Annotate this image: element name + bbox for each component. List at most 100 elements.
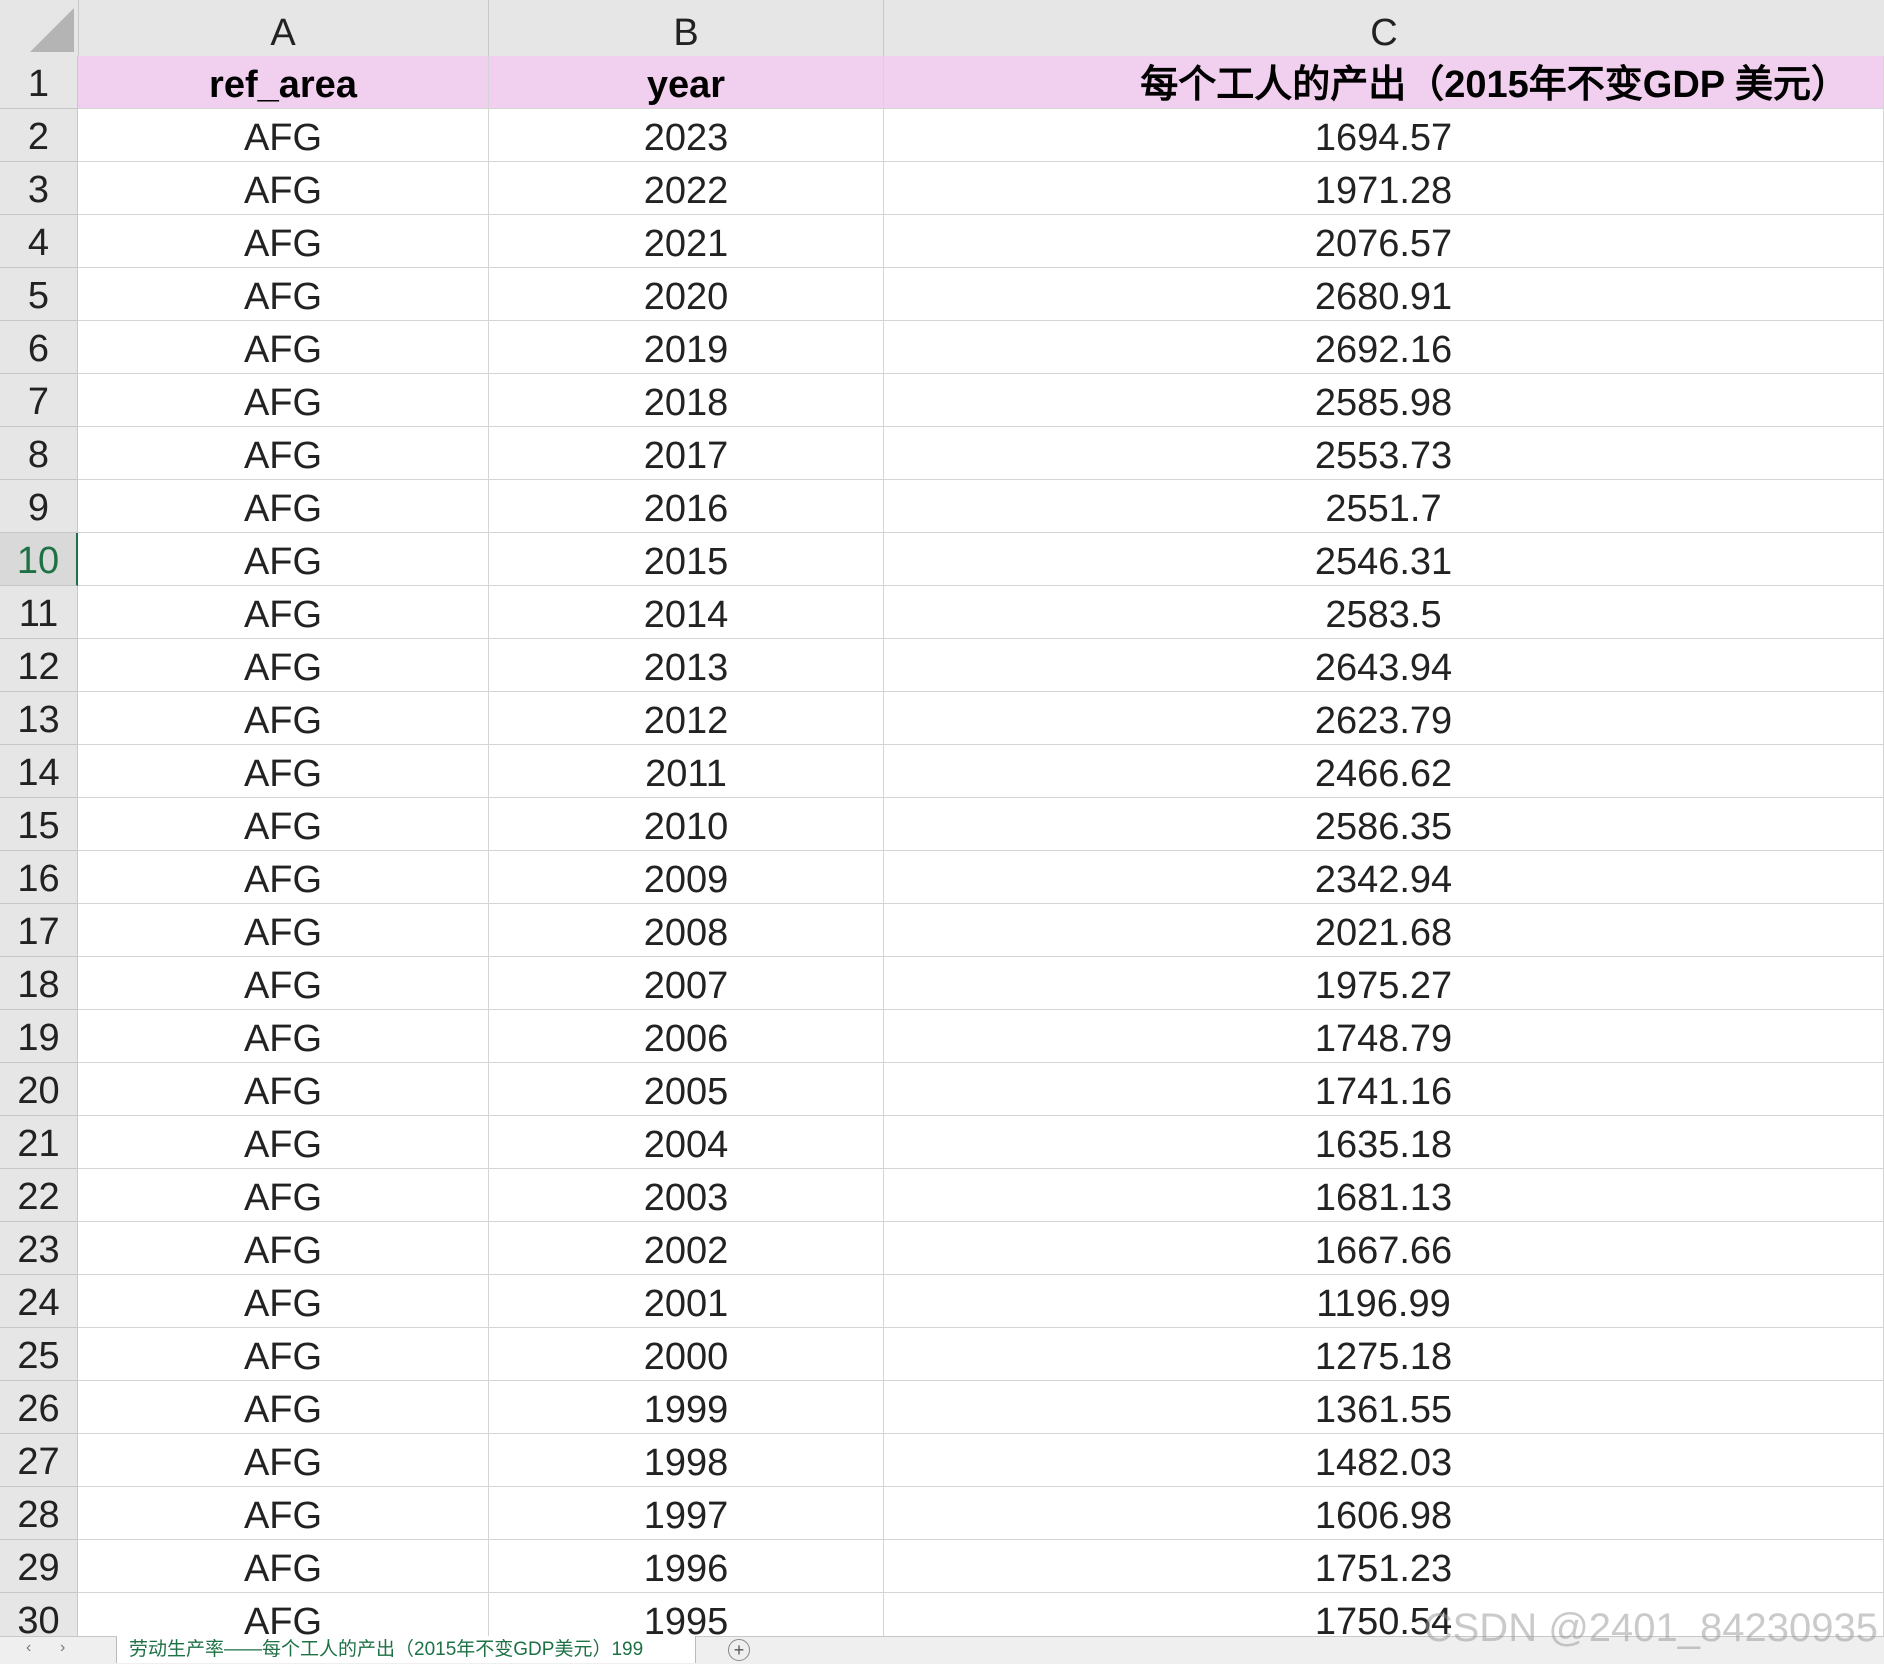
cell-b[interactable]: 2005	[489, 1063, 884, 1116]
cell-c[interactable]: 2586.35	[884, 798, 1884, 851]
row-header[interactable]: 5	[0, 268, 78, 321]
cell-a[interactable]: AFG	[78, 1381, 489, 1434]
row-header[interactable]: 13	[0, 692, 78, 745]
row-header[interactable]: 17	[0, 904, 78, 957]
row-header[interactable]: 21	[0, 1116, 78, 1169]
cell-b[interactable]: 2018	[489, 374, 884, 427]
row-header[interactable]: 27	[0, 1434, 78, 1487]
cell-c[interactable]: 1635.18	[884, 1116, 1884, 1169]
cell-b[interactable]: 2017	[489, 427, 884, 480]
cell-c[interactable]: 每个工人的产出（2015年不变GDP 美元）	[884, 56, 1884, 109]
cell-c[interactable]: 1361.55	[884, 1381, 1884, 1434]
cell-a[interactable]: AFG	[78, 480, 489, 533]
row-header[interactable]: 1	[0, 56, 78, 109]
row-header[interactable]: 25	[0, 1328, 78, 1381]
cell-a[interactable]: AFG	[78, 851, 489, 904]
add-sheet-icon[interactable]: +	[728, 1639, 750, 1661]
next-sheet-icon[interactable]: ›	[60, 1639, 65, 1657]
row-header[interactable]: 11	[0, 586, 78, 639]
cell-a[interactable]: AFG	[78, 1063, 489, 1116]
cell-c[interactable]: 2623.79	[884, 692, 1884, 745]
row-header[interactable]: 18	[0, 957, 78, 1010]
cell-b[interactable]: 1997	[489, 1487, 884, 1540]
spreadsheet-grid[interactable]: A B C 1 ref_area year 每个工人的产出（2015年不变GDP 美元…	[0, 0, 1884, 1636]
cell-a[interactable]: AFG	[78, 745, 489, 798]
cell-c[interactable]: 2585.98	[884, 374, 1884, 427]
cell-b[interactable]: year	[489, 56, 884, 109]
row-header[interactable]: 15	[0, 798, 78, 851]
cell-a[interactable]: AFG	[78, 109, 489, 162]
cell-c[interactable]: 1751.23	[884, 1540, 1884, 1593]
cell-a[interactable]: AFG	[78, 639, 489, 692]
cell-c[interactable]: 2643.94	[884, 639, 1884, 692]
cell-a[interactable]: AFG	[78, 1434, 489, 1487]
cell-c[interactable]: 1694.57	[884, 109, 1884, 162]
cell-a[interactable]: AFG	[78, 427, 489, 480]
select-all-corner[interactable]	[0, 0, 79, 56]
row-header[interactable]: 28	[0, 1487, 78, 1540]
row-header[interactable]: 10	[0, 533, 78, 586]
row-header[interactable]: 19	[0, 1010, 78, 1063]
cell-b[interactable]: 2014	[489, 586, 884, 639]
row-header[interactable]: 23	[0, 1222, 78, 1275]
cell-a[interactable]: AFG	[78, 904, 489, 957]
row-header[interactable]: 9	[0, 480, 78, 533]
cell-c[interactable]: 1971.28	[884, 162, 1884, 215]
cell-a[interactable]: AFG	[78, 215, 489, 268]
row-header[interactable]: 24	[0, 1275, 78, 1328]
cell-c[interactable]: 2553.73	[884, 427, 1884, 480]
cell-b[interactable]: 2000	[489, 1328, 884, 1381]
cell-b[interactable]: 2015	[489, 533, 884, 586]
cell-b[interactable]: 2012	[489, 692, 884, 745]
cell-b[interactable]: 2020	[489, 268, 884, 321]
column-header-c[interactable]: C	[884, 0, 1884, 56]
cell-c[interactable]: 1681.13	[884, 1169, 1884, 1222]
cell-b[interactable]: 1996	[489, 1540, 884, 1593]
cell-b[interactable]: 2011	[489, 745, 884, 798]
cell-a[interactable]: AFG	[78, 1487, 489, 1540]
cell-b[interactable]: 2009	[489, 851, 884, 904]
cell-c[interactable]: 1975.27	[884, 957, 1884, 1010]
row-header[interactable]: 26	[0, 1381, 78, 1434]
row-header[interactable]: 4	[0, 215, 78, 268]
cell-c[interactable]: 2021.68	[884, 904, 1884, 957]
cell-b[interactable]: 2016	[489, 480, 884, 533]
cell-c[interactable]: 2583.5	[884, 586, 1884, 639]
cell-c[interactable]: 1482.03	[884, 1434, 1884, 1487]
cell-a[interactable]: AFG	[78, 692, 489, 745]
cell-a[interactable]: AFG	[78, 533, 489, 586]
cell-c[interactable]: 2692.16	[884, 321, 1884, 374]
row-header[interactable]: 6	[0, 321, 78, 374]
cell-a[interactable]: AFG	[78, 1116, 489, 1169]
cell-b[interactable]: 1995	[489, 1593, 884, 1636]
cell-a[interactable]: AFG	[78, 162, 489, 215]
cell-b[interactable]: 2003	[489, 1169, 884, 1222]
cell-c[interactable]: 1667.66	[884, 1222, 1884, 1275]
row-header[interactable]: 2	[0, 109, 78, 162]
cell-c[interactable]: 1196.99	[884, 1275, 1884, 1328]
cell-a[interactable]: AFG	[78, 1010, 489, 1063]
prev-sheet-icon[interactable]: ‹	[26, 1639, 31, 1657]
cell-a[interactable]: AFG	[78, 268, 489, 321]
column-header-a[interactable]: A	[78, 0, 489, 56]
row-header[interactable]: 16	[0, 851, 78, 904]
row-header[interactable]: 7	[0, 374, 78, 427]
cell-b[interactable]: 2002	[489, 1222, 884, 1275]
row-header[interactable]: 22	[0, 1169, 78, 1222]
cell-c[interactable]: 1606.98	[884, 1487, 1884, 1540]
cell-a[interactable]: AFG	[78, 1222, 489, 1275]
cell-b[interactable]: 2004	[489, 1116, 884, 1169]
cell-b[interactable]: 2021	[489, 215, 884, 268]
row-header[interactable]: 14	[0, 745, 78, 798]
cell-a[interactable]: AFG	[78, 798, 489, 851]
cell-c[interactable]: 2342.94	[884, 851, 1884, 904]
row-header[interactable]: 29	[0, 1540, 78, 1593]
cell-b[interactable]: 2022	[489, 162, 884, 215]
cell-b[interactable]: 2001	[489, 1275, 884, 1328]
cell-a[interactable]: AFG	[78, 321, 489, 374]
row-header[interactable]: 20	[0, 1063, 78, 1116]
cell-b[interactable]: 1998	[489, 1434, 884, 1487]
cell-a[interactable]: AFG	[78, 1275, 489, 1328]
cell-b[interactable]: 2013	[489, 639, 884, 692]
cell-b[interactable]: 2006	[489, 1010, 884, 1063]
